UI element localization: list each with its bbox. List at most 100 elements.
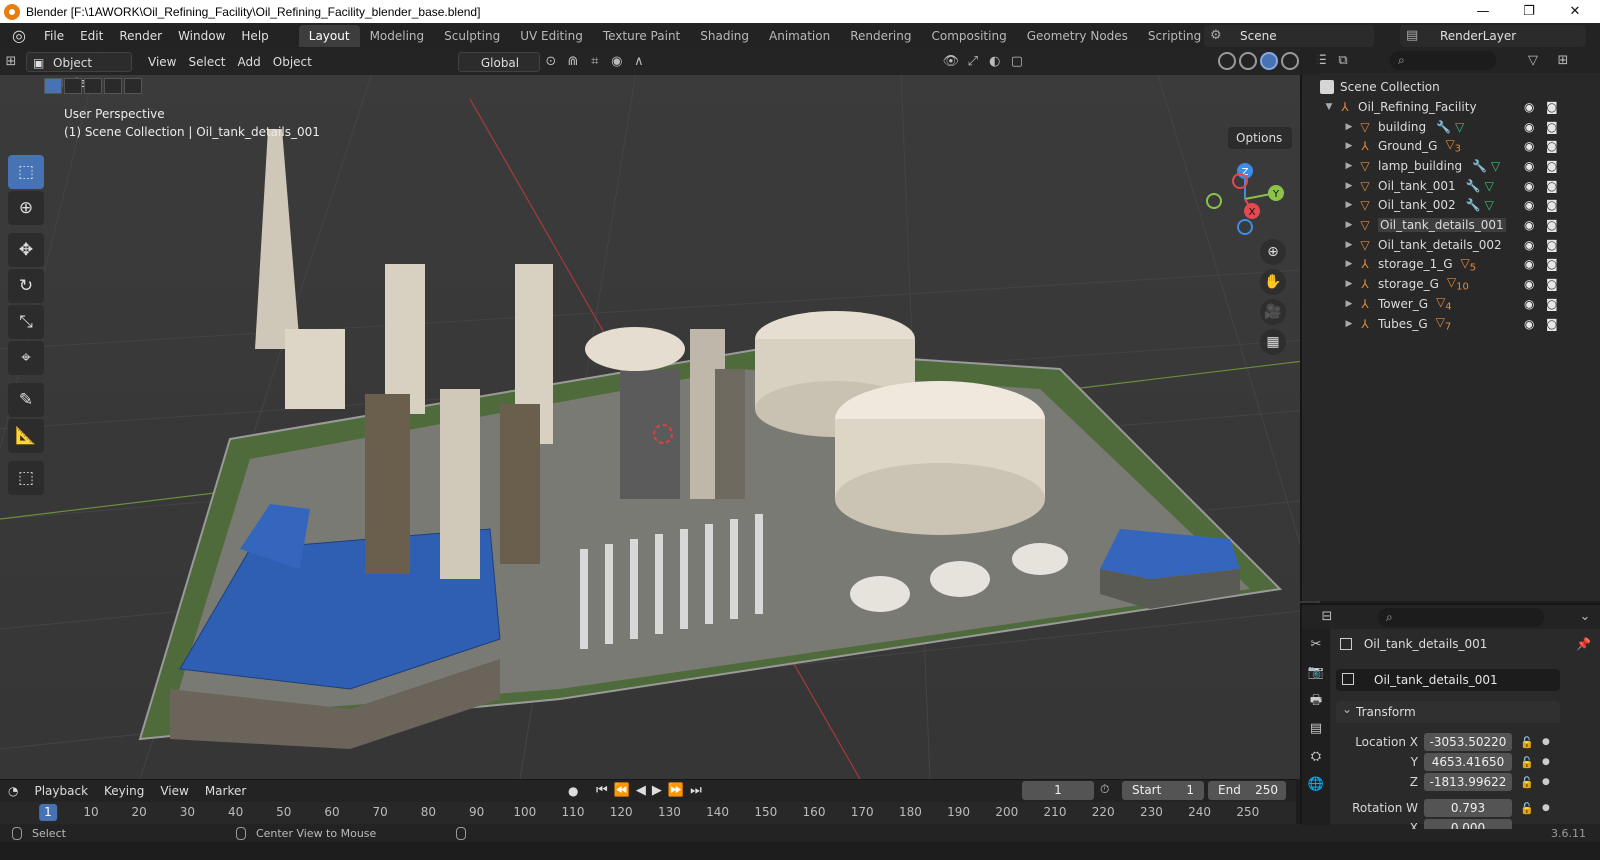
gizmo-neg-z-icon[interactable] bbox=[1237, 219, 1253, 235]
select-box-tool-icon[interactable]: ⬚ bbox=[8, 155, 44, 189]
outliner-item[interactable]: ▶ ⅄ storage_G ▽10 ◉ ◙ bbox=[1302, 275, 1600, 294]
tab-texture-paint[interactable]: Texture Paint bbox=[593, 25, 690, 47]
eye-icon[interactable]: ◉ bbox=[1524, 297, 1534, 311]
keyframe-dot-icon[interactable]: ● bbox=[1542, 773, 1550, 792]
properties-editor-icon[interactable]: ⊟ bbox=[1316, 607, 1338, 627]
menu-playback[interactable]: Playback bbox=[26, 784, 96, 798]
eye-icon[interactable]: ◉ bbox=[1524, 120, 1534, 134]
ortho-grid-icon[interactable]: ▦ bbox=[1260, 329, 1286, 355]
eye-icon[interactable]: ◉ bbox=[1524, 139, 1534, 153]
camera-icon[interactable]: ◙ bbox=[1546, 218, 1558, 232]
camera-icon[interactable]: ◙ bbox=[1546, 159, 1558, 173]
jump-keyframe-back-icon[interactable]: ⏪ bbox=[614, 780, 630, 802]
close-button[interactable]: ✕ bbox=[1552, 0, 1598, 23]
object-mode-dropdown[interactable]: Object Mode bbox=[26, 52, 132, 90]
outliner-item[interactable]: ▶ ▽ Oil_tank_002 🔧 ▽ ◉ ◙ bbox=[1302, 196, 1600, 215]
expand-arrow-icon[interactable]: ▶ bbox=[1344, 240, 1354, 250]
expand-arrow-icon[interactable]: ▶ bbox=[1344, 161, 1354, 171]
rotate-tool-icon[interactable]: ↻ bbox=[8, 269, 44, 303]
menu-file[interactable]: File bbox=[36, 23, 72, 49]
keyframe-dot-icon[interactable]: ● bbox=[1542, 733, 1550, 752]
play-icon[interactable]: ▶ bbox=[652, 780, 662, 802]
children-count-icon[interactable]: ▽10 bbox=[1447, 275, 1469, 292]
annotate-tool-icon[interactable]: ✎ bbox=[8, 383, 44, 417]
wireframe-shading-icon[interactable] bbox=[1218, 52, 1236, 70]
expand-arrow-icon[interactable]: ▶ bbox=[1344, 200, 1354, 210]
new-collection-icon[interactable]: ⊞ bbox=[1552, 51, 1574, 71]
collection-row[interactable]: ▼ ⅄ Oil_Refining_Facility ◉ ◙ bbox=[1302, 97, 1600, 116]
scale-tool-icon[interactable]: ⤡ bbox=[8, 305, 44, 339]
tool-tab-icon[interactable]: ✂ bbox=[1304, 633, 1328, 657]
menu-timeline-view[interactable]: View bbox=[152, 784, 196, 798]
rotation-x-field[interactable]: 0.000 bbox=[1424, 819, 1512, 829]
select-subtract-icon[interactable] bbox=[84, 78, 102, 94]
camera-icon[interactable]: ◙ bbox=[1546, 139, 1558, 153]
transform-panel-header[interactable]: Transform bbox=[1336, 698, 1560, 723]
zoom-icon[interactable]: ⊕ bbox=[1260, 239, 1286, 265]
cursor-tool-icon[interactable]: ⊕ bbox=[8, 191, 44, 225]
eye-icon[interactable]: ◉ bbox=[1524, 277, 1534, 291]
options-dropdown[interactable]: Options bbox=[1228, 127, 1292, 149]
editor-type-icon[interactable]: ⊞ bbox=[0, 52, 22, 72]
select-intersect-icon[interactable] bbox=[124, 78, 142, 94]
tab-compositing[interactable]: Compositing bbox=[921, 25, 1016, 47]
blender-menu-icon[interactable]: ◎ bbox=[10, 27, 28, 45]
menu-add[interactable]: Add bbox=[232, 52, 267, 72]
lock-icon[interactable]: 🔓 bbox=[1520, 733, 1534, 752]
expand-arrow-icon[interactable]: ▶ bbox=[1344, 141, 1354, 151]
outliner-item[interactable]: ▶ ▽ building 🔧 ▽ ◉ ◙ bbox=[1302, 117, 1600, 136]
select-extend-icon[interactable] bbox=[64, 78, 82, 94]
rendered-shading-icon[interactable] bbox=[1281, 52, 1299, 70]
mesh-data-icon[interactable]: ▽ bbox=[1485, 179, 1494, 193]
autokey-record-icon[interactable]: ● bbox=[560, 784, 586, 798]
jump-start-icon[interactable]: ⏮ bbox=[596, 780, 608, 802]
properties-editor[interactable]: ⊟ ⌕ ⌄ ✂ 📷 🖶 ▤ ⛭ 🌐 Oil_tank_details_001 📌… bbox=[1300, 603, 1600, 829]
menu-keying[interactable]: Keying bbox=[96, 784, 152, 798]
jump-keyframe-forward-icon[interactable]: ⏩ bbox=[668, 780, 684, 802]
view-layer-tab-icon[interactable]: ▤ bbox=[1304, 717, 1328, 741]
modifier-icon[interactable]: 🔧 bbox=[1436, 120, 1451, 134]
children-count-icon[interactable]: ▽5 bbox=[1461, 256, 1477, 273]
restore-button[interactable]: ❐ bbox=[1506, 0, 1552, 23]
filter-icon[interactable]: ▽ bbox=[1522, 51, 1544, 71]
outliner-search-input[interactable]: ⌕ bbox=[1390, 51, 1496, 70]
outliner[interactable]: ☰ ⧉ ⌕ ▽ ⊞ Scene Collection ▼ ⅄ Oil_Refin… bbox=[1300, 49, 1600, 601]
outliner-item[interactable]: ▶ ▽ Oil_tank_details_002 ◉ ◙ bbox=[1302, 235, 1600, 254]
camera-icon[interactable]: ◙ bbox=[1546, 179, 1558, 193]
expand-arrow-icon[interactable]: ▶ bbox=[1344, 319, 1354, 329]
camera-icon[interactable]: ◙ bbox=[1546, 100, 1558, 114]
eye-icon[interactable]: ◉ bbox=[1524, 317, 1534, 331]
keyframe-dot-icon[interactable]: ● bbox=[1542, 753, 1550, 772]
lock-icon[interactable]: 🔓 bbox=[1520, 799, 1534, 818]
outliner-item[interactable]: ▶ ▽ lamp_building 🔧 ▽ ◉ ◙ bbox=[1302, 156, 1600, 175]
output-tab-icon[interactable]: 🖶 bbox=[1304, 689, 1328, 713]
mesh-data-icon[interactable]: ▽ bbox=[1485, 198, 1494, 212]
expand-arrow-icon[interactable]: ▶ bbox=[1344, 181, 1354, 191]
outliner-item[interactable]: ▶ ⅄ Tower_G ▽4 ◉ ◙ bbox=[1302, 294, 1600, 313]
play-reverse-icon[interactable]: ◀ bbox=[636, 780, 646, 802]
expand-arrow-icon[interactable]: ▼ bbox=[1324, 102, 1334, 112]
current-frame-indicator[interactable]: 1 bbox=[39, 804, 57, 821]
start-frame-field[interactable]: Start 1 bbox=[1122, 781, 1204, 800]
location-z-field[interactable]: -1813.99622 bbox=[1424, 773, 1512, 791]
eye-icon[interactable]: ◉ bbox=[1524, 218, 1534, 232]
gizmo-neg-y-icon[interactable] bbox=[1206, 193, 1222, 209]
material-shading-icon[interactable] bbox=[1260, 52, 1278, 70]
visibility-icon[interactable]: 👁 bbox=[940, 52, 962, 72]
children-count-icon[interactable]: ▽4 bbox=[1436, 295, 1452, 312]
tab-sculpting[interactable]: Sculpting bbox=[434, 25, 510, 47]
modifier-icon[interactable]: 🔧 bbox=[1466, 179, 1481, 193]
eye-icon[interactable]: ◉ bbox=[1524, 159, 1534, 173]
transform-orientation-dropdown[interactable]: Global bbox=[457, 52, 540, 72]
expand-arrow-icon[interactable]: ▶ bbox=[1344, 122, 1354, 132]
location-x-field[interactable]: -3053.50220 bbox=[1424, 733, 1512, 751]
modifier-icon[interactable]: 🔧 bbox=[1466, 198, 1481, 212]
menu-window[interactable]: Window bbox=[170, 23, 233, 49]
eye-icon[interactable]: ◉ bbox=[1524, 100, 1534, 114]
keyframe-dot-icon[interactable]: ● bbox=[1542, 799, 1550, 818]
tab-geometry-nodes[interactable]: Geometry Nodes bbox=[1017, 25, 1138, 47]
menu-view[interactable]: View bbox=[142, 52, 182, 72]
mesh-data-icon[interactable]: ▽ bbox=[1491, 159, 1500, 173]
3d-viewport[interactable]: ⊞ Object Mode View Select Add Object Glo… bbox=[0, 49, 1320, 779]
pin-icon[interactable]: 📌 bbox=[1576, 637, 1591, 651]
